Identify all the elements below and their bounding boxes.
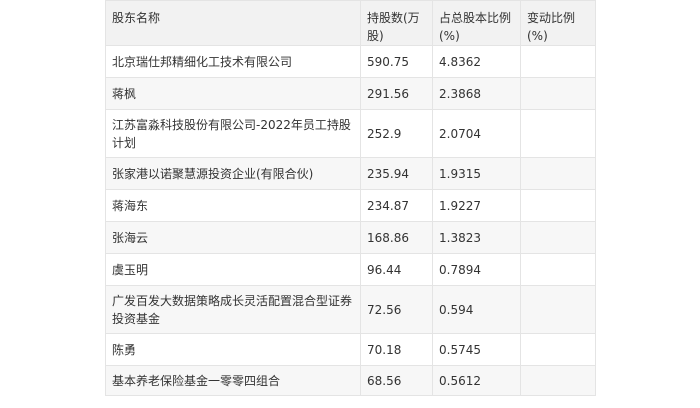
cell-name: 北京瑞仕邦精细化工技术有限公司	[105, 45, 361, 78]
cell-shares: 96.44	[360, 253, 433, 286]
cell-shares: 72.56	[360, 285, 433, 334]
cell-change	[520, 77, 596, 110]
cell-change	[520, 253, 596, 286]
cell-name: 江苏富淼科技股份有限公司-2022年员工持股计划	[105, 109, 361, 158]
cell-shares: 252.9	[360, 109, 433, 158]
cell-ratio: 1.9315	[432, 157, 521, 190]
cell-name: 虞玉明	[105, 253, 361, 286]
cell-ratio: 2.0704	[432, 109, 521, 158]
cell-ratio: 0.5745	[432, 333, 521, 366]
shareholder-table-container: 股东名称 持股数(万股) 占总股本比例(%) 变动比例(%) 北京瑞仕邦精细化工…	[105, 0, 596, 396]
header-shareholder-name: 股东名称	[105, 0, 361, 46]
cell-change	[520, 365, 596, 396]
table-row: 蒋枫 291.56 2.3868	[105, 77, 596, 110]
cell-shares: 68.56	[360, 365, 433, 396]
table-row: 蒋海东 234.87 1.9227	[105, 189, 596, 222]
table-row: 张家港以诺聚慧源投资企业(有限合伙) 235.94 1.9315	[105, 157, 596, 190]
header-change-ratio: 变动比例(%)	[520, 0, 596, 46]
cell-shares: 70.18	[360, 333, 433, 366]
header-shares-held: 持股数(万股)	[360, 0, 433, 46]
cell-ratio: 4.8362	[432, 45, 521, 78]
table-row: 虞玉明 96.44 0.7894	[105, 253, 596, 286]
cell-shares: 590.75	[360, 45, 433, 78]
cell-ratio: 1.9227	[432, 189, 521, 222]
cell-change	[520, 333, 596, 366]
cell-shares: 235.94	[360, 157, 433, 190]
cell-change	[520, 109, 596, 158]
table-row: 北京瑞仕邦精细化工技术有限公司 590.75 4.8362	[105, 45, 596, 78]
shareholder-table: 股东名称 持股数(万股) 占总股本比例(%) 变动比例(%) 北京瑞仕邦精细化工…	[105, 0, 596, 396]
cell-change	[520, 189, 596, 222]
table-row: 基本养老保险基金一零零四组合 68.56 0.5612	[105, 365, 596, 396]
cell-ratio: 0.5612	[432, 365, 521, 396]
table-row: 广发百发大数据策略成长灵活配置混合型证券投资基金 72.56 0.594	[105, 285, 596, 334]
cell-name: 蒋海东	[105, 189, 361, 222]
cell-ratio: 0.594	[432, 285, 521, 334]
cell-name: 张家港以诺聚慧源投资企业(有限合伙)	[105, 157, 361, 190]
cell-change	[520, 157, 596, 190]
cell-change	[520, 221, 596, 254]
cell-shares: 291.56	[360, 77, 433, 110]
cell-name: 陈勇	[105, 333, 361, 366]
cell-ratio: 1.3823	[432, 221, 521, 254]
cell-change	[520, 45, 596, 78]
cell-ratio: 0.7894	[432, 253, 521, 286]
cell-name: 基本养老保险基金一零零四组合	[105, 365, 361, 396]
header-share-ratio: 占总股本比例(%)	[432, 0, 521, 46]
cell-name: 广发百发大数据策略成长灵活配置混合型证券投资基金	[105, 285, 361, 334]
table-row: 张海云 168.86 1.3823	[105, 221, 596, 254]
cell-shares: 234.87	[360, 189, 433, 222]
cell-name: 张海云	[105, 221, 361, 254]
cell-name: 蒋枫	[105, 77, 361, 110]
table-header-row: 股东名称 持股数(万股) 占总股本比例(%) 变动比例(%)	[105, 0, 596, 46]
cell-shares: 168.86	[360, 221, 433, 254]
cell-ratio: 2.3868	[432, 77, 521, 110]
cell-change	[520, 285, 596, 334]
table-row: 陈勇 70.18 0.5745	[105, 333, 596, 366]
table-row: 江苏富淼科技股份有限公司-2022年员工持股计划 252.9 2.0704	[105, 109, 596, 158]
